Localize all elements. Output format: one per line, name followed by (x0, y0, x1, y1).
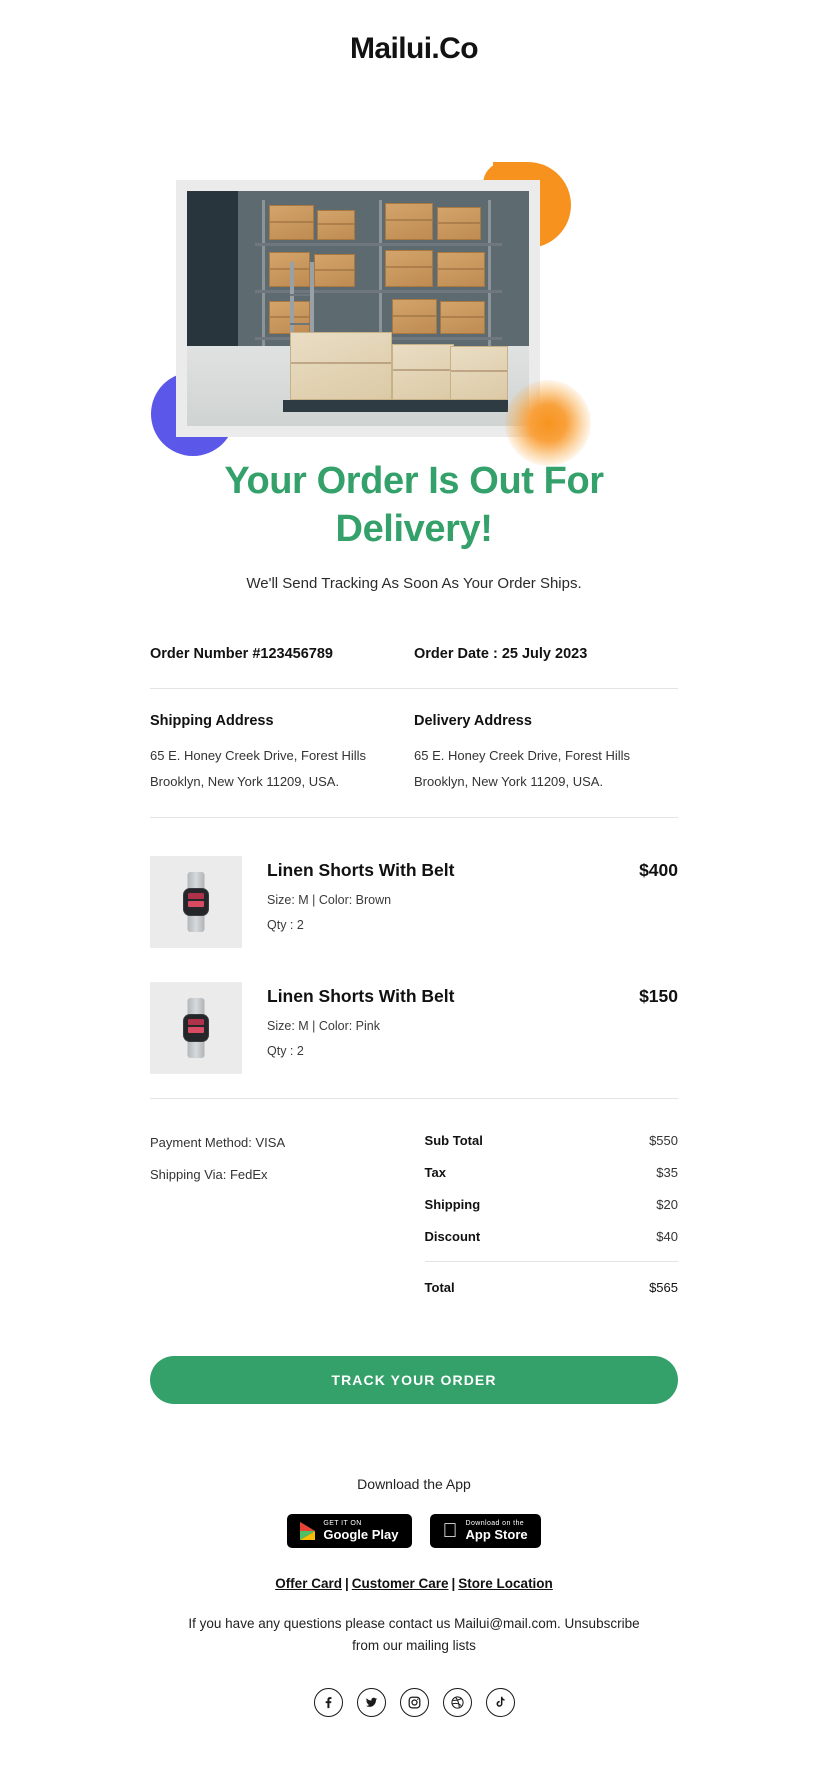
grand-total-label: Total (424, 1280, 455, 1295)
order-meta-row: Order Number #123456789 Order Date : 25 … (150, 592, 678, 688)
total-label: Shipping (424, 1197, 481, 1212)
app-badges: GET IT ON Google Play  Download on the … (90, 1514, 738, 1548)
link-offer-card[interactable]: Offer Card (275, 1576, 342, 1591)
grand-total-value: $565 (649, 1280, 678, 1295)
apple-icon:  (443, 1521, 458, 1541)
product-list: Linen Shorts With Belt Size: M | Color: … (150, 818, 678, 1098)
product-name: Linen Shorts With Belt (267, 860, 455, 880)
google-play-label: Google Play (323, 1526, 399, 1542)
total-value: $40 (656, 1229, 678, 1244)
total-row: Sub Total $550 (425, 1133, 678, 1148)
product-info: Linen Shorts With Belt Size: M | Color: … (242, 982, 639, 1058)
shipping-address-line2: Brooklyn, New York 11209, USA. (150, 774, 340, 789)
cta-section: TRACK YOUR ORDER (0, 1322, 828, 1404)
hero-photo-frame (176, 180, 540, 437)
totals-table: Sub Total $550 Tax $35 Shipping $20 Disc… (424, 1121, 678, 1312)
product-row: Linen Shorts With Belt Size: M | Color: … (150, 966, 678, 1092)
page-subtitle: We'll Send Tracking As Soon As Your Orde… (246, 575, 582, 592)
email-body: Mailui.Co Your Order Is Out For Delivery… (0, 0, 828, 1717)
total-value: $550 (649, 1133, 678, 1148)
track-order-button[interactable]: TRACK YOUR ORDER (150, 1356, 678, 1404)
twitter-icon[interactable] (356, 1687, 386, 1717)
hero-section (0, 84, 828, 466)
app-store-badge[interactable]:  Download on the App Store (429, 1514, 541, 1548)
product-price: $400 (639, 860, 678, 880)
shipping-address: Shipping Address 65 E. Honey Creek Drive… (150, 713, 414, 795)
total-label: Tax (424, 1165, 446, 1180)
contact-line-1: If you have any questions please contact… (188, 1616, 640, 1631)
divider (424, 1261, 678, 1262)
tiktok-icon[interactable] (485, 1687, 515, 1717)
order-details: Order Number #123456789 Order Date : 25 … (0, 592, 828, 1322)
product-quantity: Qty : 2 (267, 918, 304, 932)
payment-info: Payment Method: VISA Shipping Via: FedEx (150, 1121, 425, 1312)
download-app-text: Download the App (357, 1476, 471, 1492)
order-date: Order Date : 25 July 2023 (414, 646, 588, 662)
shipping-via: Shipping Via: FedEx (150, 1167, 268, 1182)
product-row: Linen Shorts With Belt Size: M | Color: … (150, 840, 678, 966)
payment-method: Payment Method: VISA (150, 1135, 286, 1150)
product-price: $150 (639, 986, 678, 1006)
app-store-label: App Store (458, 1526, 528, 1542)
grand-total-row: Total $565 (425, 1280, 678, 1295)
google-play-icon (300, 1522, 316, 1540)
product-quantity: Qty : 2 (267, 1044, 304, 1058)
total-label: Sub Total (424, 1133, 483, 1148)
delivery-address-line1: 65 E. Honey Creek Drive, Forest Hills (414, 748, 631, 763)
order-summary: Payment Method: VISA Shipping Via: FedEx… (150, 1099, 678, 1322)
contact-line-2: from our mailing lists (352, 1638, 476, 1654)
dribbble-icon[interactable] (442, 1687, 472, 1717)
contact-text: If you have any questions please contact… (90, 1613, 738, 1658)
total-value: $35 (656, 1165, 678, 1180)
page-title: Your Order Is Out For Delivery! (224, 460, 604, 550)
email-header: Mailui.Co (0, 0, 828, 66)
shipping-address-title: Shipping Address (150, 713, 274, 729)
link-separator: | (344, 1576, 349, 1591)
product-info: Linen Shorts With Belt Size: M | Color: … (242, 856, 639, 932)
footer-links: Offer Card | Customer Care | Store Location (90, 1576, 738, 1591)
delivery-address: Delivery Address 65 E. Honey Creek Drive… (414, 713, 678, 795)
facebook-icon[interactable] (313, 1687, 343, 1717)
orange-glow-decoration (505, 380, 591, 466)
product-name: Linen Shorts With Belt (267, 986, 455, 1006)
total-row: Discount $40 (425, 1229, 678, 1244)
total-value: $20 (656, 1197, 678, 1212)
total-row: Tax $35 (425, 1165, 678, 1180)
delivery-address-title: Delivery Address (414, 713, 532, 729)
social-links (90, 1687, 738, 1717)
warehouse-photo (187, 191, 529, 426)
address-row: Shipping Address 65 E. Honey Creek Drive… (150, 689, 678, 817)
brand-logo: Mailui.Co (350, 32, 479, 65)
product-thumbnail (150, 982, 242, 1074)
link-separator: | (451, 1576, 456, 1591)
shipping-address-line1: 65 E. Honey Creek Drive, Forest Hills (150, 748, 367, 763)
product-attributes: Size: M | Color: Brown (267, 893, 392, 907)
instagram-icon[interactable] (399, 1687, 429, 1717)
product-attributes: Size: M | Color: Pink (267, 1019, 381, 1033)
google-play-badge[interactable]: GET IT ON Google Play (287, 1514, 412, 1548)
product-thumbnail (150, 856, 242, 948)
link-store-location[interactable]: Store Location (458, 1576, 553, 1591)
total-label: Discount (424, 1229, 481, 1244)
total-row: Shipping $20 (425, 1197, 678, 1212)
order-number: Order Number #123456789 (150, 646, 333, 662)
delivery-address-line2: Brooklyn, New York 11209, USA. (414, 774, 604, 789)
link-customer-care[interactable]: Customer Care (352, 1576, 449, 1591)
email-footer: Download the App GET IT ON Google Play … (0, 1404, 828, 1717)
